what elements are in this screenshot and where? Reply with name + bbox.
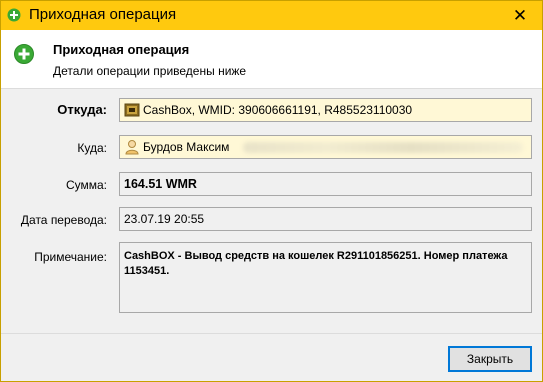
to-field[interactable]: Бурдов Максим	[119, 135, 532, 159]
user-icon	[125, 140, 139, 155]
close-icon: ✕	[512, 5, 528, 25]
date-label: Дата перевода:	[20, 213, 107, 227]
header-title: Приходная операция	[53, 42, 190, 57]
plus-circle-icon	[7, 8, 21, 22]
amount-label: Сумма:	[65, 178, 107, 192]
safe-icon	[124, 103, 140, 117]
amount-value: 164.51 WMR	[124, 177, 197, 191]
window-title: Приходная операция	[29, 6, 177, 23]
amount-field[interactable]: 164.51 WMR	[119, 172, 532, 196]
to-label: Куда:	[77, 141, 107, 155]
from-label: Откуда:	[57, 102, 107, 117]
redacted-area	[243, 141, 524, 153]
note-label: Примечание:	[34, 250, 107, 264]
date-value: 23.07.19 20:55	[124, 212, 205, 226]
note-value: CashBOX - Вывод средств на кошелек R2911…	[124, 250, 508, 277]
date-field[interactable]: 23.07.19 20:55	[119, 207, 532, 231]
title-bar[interactable]: Приходная операция ✕	[1, 1, 542, 30]
close-window-button[interactable]: ✕	[498, 1, 542, 30]
note-field[interactable]: CashBOX - Вывод средств на кошелек R2911…	[119, 242, 532, 313]
dialog-header: Приходная операция Детали операции приве…	[1, 30, 542, 89]
plus-circle-icon	[14, 44, 34, 64]
dialog-window: Приходная операция ✕ Приходная операция …	[0, 0, 543, 382]
close-button[interactable]: Закрыть	[448, 346, 532, 372]
header-subtitle: Детали операции приведены ниже	[53, 64, 247, 78]
from-value: CashBox, WMID: 390606661191, R4855231100…	[143, 103, 413, 117]
from-field[interactable]: CashBox, WMID: 390606661191, R4855231100…	[119, 98, 532, 122]
to-value: Бурдов Максим	[143, 140, 230, 154]
